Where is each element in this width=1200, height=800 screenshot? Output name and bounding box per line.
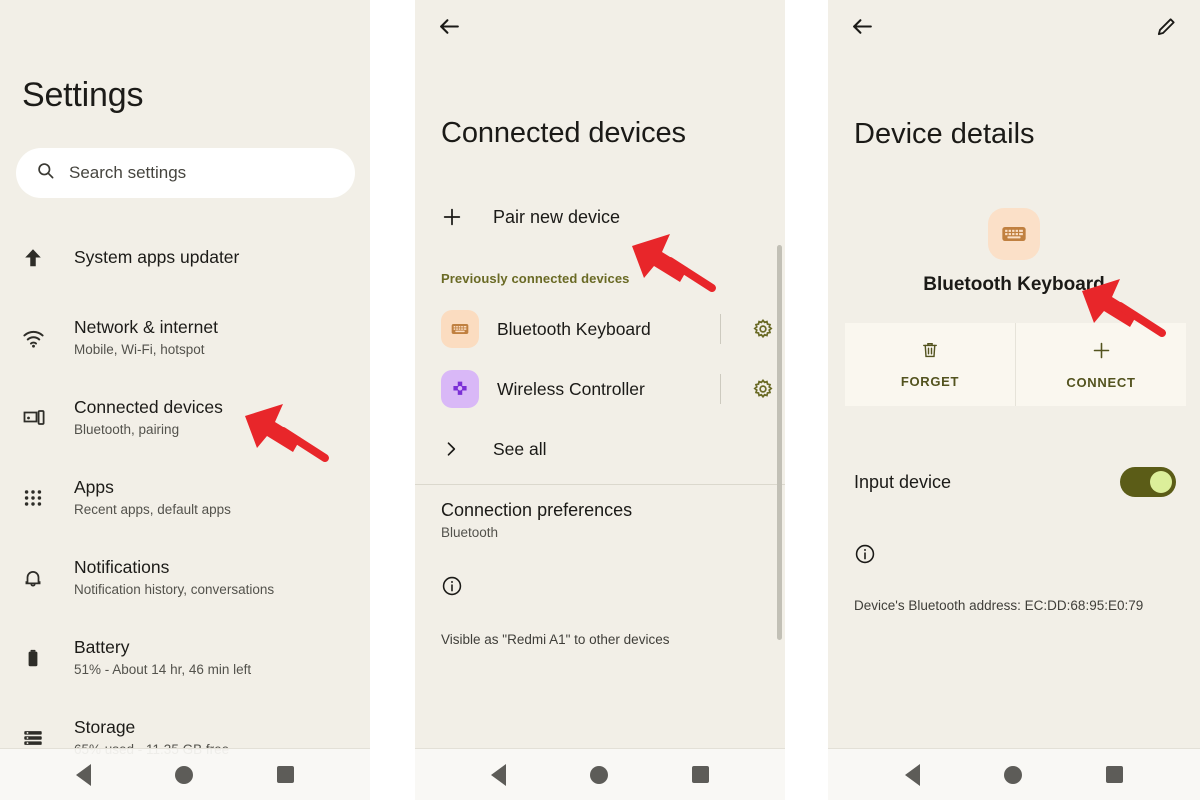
divider xyxy=(720,314,721,344)
device-details-panel: Device details Bluetooth Keyboard FORGET… xyxy=(828,0,1200,800)
navigation-bar xyxy=(0,748,370,800)
up-arrow-icon xyxy=(22,247,56,269)
page-title: Device details xyxy=(854,118,1035,150)
navigation-bar xyxy=(828,748,1200,800)
nav-recents-icon[interactable] xyxy=(692,766,709,783)
sidebar-item-label: Storage xyxy=(74,717,136,738)
settings-panel: Settings Search settings System apps upd… xyxy=(0,0,370,800)
chevron-right-icon xyxy=(441,439,473,459)
nav-recents-icon[interactable] xyxy=(277,766,294,783)
sidebar-item-notifications[interactable]: Notifications Notification history, conv… xyxy=(0,538,370,618)
trash-icon xyxy=(920,340,940,365)
input-device-label: Input device xyxy=(854,471,952,492)
bell-icon xyxy=(22,567,56,589)
nav-home-icon[interactable] xyxy=(590,765,608,784)
divider xyxy=(720,374,721,404)
device-actions: FORGET CONNECT xyxy=(845,323,1186,406)
plus-icon xyxy=(441,206,473,228)
nav-back-icon[interactable] xyxy=(491,763,506,786)
sidebar-item-apps[interactable]: Apps Recent apps, default apps xyxy=(0,458,370,538)
plus-icon xyxy=(1091,340,1112,366)
sidebar-item-label: Apps xyxy=(74,477,114,498)
info-icon xyxy=(441,576,463,601)
bluetooth-address-note: Device's Bluetooth address: EC:DD:68:95:… xyxy=(854,543,1143,613)
connect-label: CONNECT xyxy=(1066,374,1136,390)
section-header-previously-connected: Previously connected devices xyxy=(441,271,630,286)
visibility-note: Visible as "Redmi A1" to other devices xyxy=(441,575,669,647)
nav-recents-icon[interactable] xyxy=(1106,766,1123,783)
nav-home-icon[interactable] xyxy=(175,765,193,784)
sidebar-item-label: Notifications xyxy=(74,557,170,578)
bluetooth-address-text: Device's Bluetooth address: EC:DD:68:95:… xyxy=(854,598,1144,613)
toggle-knob xyxy=(1150,471,1172,493)
sidebar-item-subtitle: Bluetooth, pairing xyxy=(74,422,180,437)
settings-list: System apps updater Network & internet M… xyxy=(0,218,370,800)
scrollbar[interactable] xyxy=(777,245,782,640)
screenshot-stage: Settings Search settings System apps upd… xyxy=(0,0,1200,800)
storage-icon xyxy=(22,727,56,749)
nav-back-icon[interactable] xyxy=(905,763,920,786)
forget-button[interactable]: FORGET xyxy=(845,323,1015,406)
connection-preferences-title: Connection preferences xyxy=(441,500,633,520)
device-name: Wireless Controller xyxy=(497,378,645,399)
back-arrow-icon[interactable] xyxy=(850,14,875,44)
app-grid-icon xyxy=(22,487,56,509)
pair-new-device-label: Pair new device xyxy=(493,206,621,227)
sidebar-item-label: Battery xyxy=(74,637,130,658)
sidebar-item-system-apps-updater[interactable]: System apps updater xyxy=(0,218,370,298)
wifi-icon xyxy=(22,327,56,350)
sidebar-item-subtitle: Notification history, conversations xyxy=(74,582,275,597)
sidebar-item-connected-devices[interactable]: Connected devices Bluetooth, pairing xyxy=(0,378,370,458)
list-item[interactable]: Bluetooth Keyboard xyxy=(415,302,785,356)
keyboard-icon xyxy=(441,310,479,348)
divider xyxy=(415,484,785,485)
sidebar-item-network-internet[interactable]: Network & internet Mobile, Wi-Fi, hotspo… xyxy=(0,298,370,378)
top-app-bar xyxy=(828,0,1200,58)
sidebar-item-label: Network & internet xyxy=(74,317,218,338)
connection-preferences-item[interactable]: Connection preferences Bluetooth xyxy=(441,500,632,540)
list-item[interactable]: Wireless Controller xyxy=(415,362,785,416)
info-icon xyxy=(854,544,876,569)
see-all-label: See all xyxy=(493,438,547,459)
see-all-button[interactable]: See all xyxy=(415,428,785,470)
page-title: Connected devices xyxy=(441,117,686,149)
top-app-bar xyxy=(415,0,785,58)
connection-preferences-subtitle: Bluetooth xyxy=(441,525,499,540)
navigation-bar xyxy=(415,748,785,800)
sidebar-item-battery[interactable]: Battery 51% - About 14 hr, 46 min left xyxy=(0,618,370,698)
pencil-icon[interactable] xyxy=(1155,15,1178,43)
sidebar-item-subtitle: Recent apps, default apps xyxy=(74,502,231,517)
back-arrow-icon[interactable] xyxy=(437,14,462,44)
visibility-note-text: Visible as "Redmi A1" to other devices xyxy=(441,632,670,647)
search-icon xyxy=(36,161,55,185)
cast-devices-icon xyxy=(22,406,56,430)
sidebar-item-subtitle: 51% - About 14 hr, 46 min left xyxy=(74,662,252,677)
sidebar-item-label: Connected devices xyxy=(74,397,223,418)
device-hero: Bluetooth Keyboard xyxy=(828,208,1200,296)
forget-label: FORGET xyxy=(900,374,960,389)
device-name: Bluetooth Keyboard xyxy=(497,318,651,339)
battery-icon xyxy=(22,647,56,669)
sidebar-item-subtitle: Mobile, Wi-Fi, hotspot xyxy=(74,342,205,357)
input-device-row[interactable]: Input device xyxy=(854,462,1176,502)
device-name: Bluetooth Keyboard xyxy=(923,274,1105,295)
nav-back-icon[interactable] xyxy=(76,763,91,786)
nav-home-icon[interactable] xyxy=(1004,765,1022,784)
pair-new-device-button[interactable]: Pair new device xyxy=(415,192,785,242)
input-device-toggle[interactable] xyxy=(1120,467,1176,497)
page-title: Settings xyxy=(22,76,144,114)
search-input[interactable]: Search settings xyxy=(16,148,355,198)
connect-button[interactable]: CONNECT xyxy=(1015,323,1186,406)
search-placeholder: Search settings xyxy=(69,163,187,182)
gamepad-icon xyxy=(441,370,479,408)
connected-devices-panel: Connected devices Pair new device Previo… xyxy=(415,0,785,800)
sidebar-item-label: System apps updater xyxy=(74,247,240,268)
keyboard-icon xyxy=(988,208,1040,260)
